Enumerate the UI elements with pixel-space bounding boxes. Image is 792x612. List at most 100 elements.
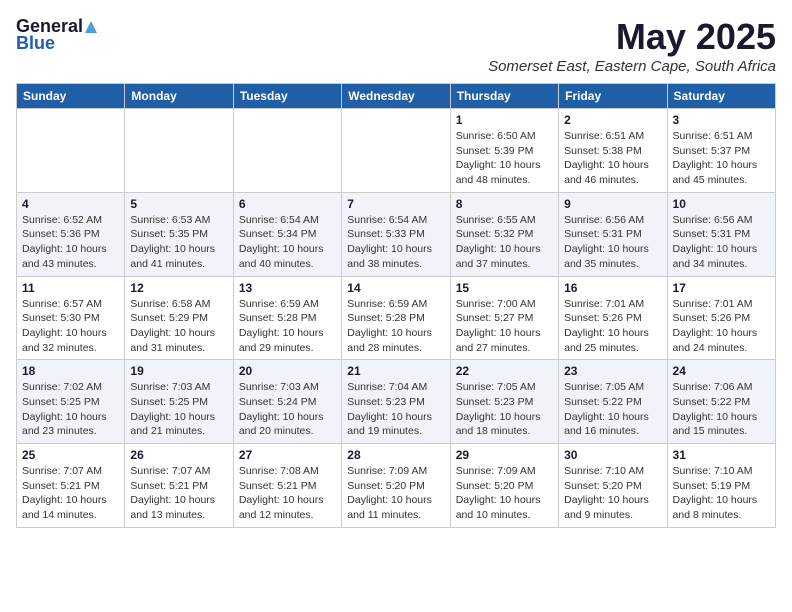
logo-blue: Blue	[16, 33, 55, 54]
day-info: Sunrise: 6:59 AM Sunset: 5:28 PM Dayligh…	[347, 297, 444, 356]
calendar-cell: 8Sunrise: 6:55 AM Sunset: 5:32 PM Daylig…	[450, 192, 558, 276]
calendar-cell: 29 Sunrise: 7:09 AM Sunset: 5:20 PM Dayli…	[450, 444, 558, 528]
day-info: Sunrise: 7:10 AM Sunset: 5:20 PM Dayligh…	[564, 464, 661, 523]
calendar-cell: 23 Sunrise: 7:05 AM Sunset: 5:22 PM Dayli…	[559, 360, 667, 444]
calendar-week-row: 18Sunrise: 7:02 AM Sunset: 5:25 PM Dayli…	[17, 360, 776, 444]
day-number: 23	[564, 364, 661, 378]
day-info: Sunrise: 7:09 AM Sunset: 5:20 PM Dayligh…	[347, 464, 444, 523]
day-number: 20	[239, 364, 336, 378]
day-number: 16	[564, 281, 661, 295]
day-number: 13	[239, 281, 336, 295]
weekday-header-saturday: Saturday	[667, 84, 775, 109]
weekday-header-wednesday: Wednesday	[342, 84, 450, 109]
weekday-header-sunday: Sunday	[17, 84, 125, 109]
calendar-week-row: 1 Sunrise: 6:50 AM Sunset: 5:39 PM Daylig…	[17, 109, 776, 193]
day-number: 1	[456, 113, 553, 127]
day-info: Sunrise: 7:03 AM Sunset: 5:25 PM Dayligh…	[130, 380, 227, 439]
day-info: Sunrise: 7:03 AM Sunset: 5:24 PM Dayligh…	[239, 380, 336, 439]
day-info: Sunrise: 6:54 AM Sunset: 5:34 PM Dayligh…	[239, 213, 336, 272]
calendar-cell: 9 Sunrise: 6:56 AM Sunset: 5:31 PM Daylig…	[559, 192, 667, 276]
calendar-cell: 17 Sunrise: 7:01 AM Sunset: 5:26 PM Dayli…	[667, 276, 775, 360]
day-info: Sunrise: 7:07 AM Sunset: 5:21 PM Dayligh…	[130, 464, 227, 523]
day-number: 2	[564, 113, 661, 127]
day-info: Sunrise: 7:05 AM Sunset: 5:23 PM Dayligh…	[456, 380, 553, 439]
day-info: Sunrise: 6:58 AM Sunset: 5:29 PM Dayligh…	[130, 297, 227, 356]
calendar-cell	[233, 109, 341, 193]
day-info: Sunrise: 6:51 AM Sunset: 5:37 PM Dayligh…	[673, 129, 770, 188]
day-info: Sunrise: 7:06 AM Sunset: 5:22 PM Dayligh…	[673, 380, 770, 439]
day-number: 5	[130, 197, 227, 211]
day-info: Sunrise: 7:07 AM Sunset: 5:21 PM Dayligh…	[22, 464, 119, 523]
day-number: 3	[673, 113, 770, 127]
day-number: 4	[22, 197, 119, 211]
calendar-week-row: 25 Sunrise: 7:07 AM Sunset: 5:21 PM Dayli…	[17, 444, 776, 528]
day-info: Sunrise: 6:57 AM Sunset: 5:30 PM Dayligh…	[22, 297, 119, 356]
calendar-cell: 2 Sunrise: 6:51 AM Sunset: 5:38 PM Daylig…	[559, 109, 667, 193]
day-info: Sunrise: 6:53 AM Sunset: 5:35 PM Dayligh…	[130, 213, 227, 272]
calendar-cell: 11 Sunrise: 6:57 AM Sunset: 5:30 PM Dayli…	[17, 276, 125, 360]
day-info: Sunrise: 6:52 AM Sunset: 5:36 PM Dayligh…	[22, 213, 119, 272]
day-number: 27	[239, 448, 336, 462]
day-info: Sunrise: 7:01 AM Sunset: 5:26 PM Dayligh…	[673, 297, 770, 356]
calendar-cell	[125, 109, 233, 193]
weekday-header-tuesday: Tuesday	[233, 84, 341, 109]
calendar-cell: 14 Sunrise: 6:59 AM Sunset: 5:28 PM Dayli…	[342, 276, 450, 360]
calendar-cell: 15 Sunrise: 7:00 AM Sunset: 5:27 PM Dayli…	[450, 276, 558, 360]
day-number: 29	[456, 448, 553, 462]
day-number: 28	[347, 448, 444, 462]
weekday-header-monday: Monday	[125, 84, 233, 109]
day-number: 26	[130, 448, 227, 462]
day-info: Sunrise: 7:01 AM Sunset: 5:26 PM Dayligh…	[564, 297, 661, 356]
day-info: Sunrise: 7:08 AM Sunset: 5:21 PM Dayligh…	[239, 464, 336, 523]
day-number: 15	[456, 281, 553, 295]
logo-triangle-icon	[84, 20, 98, 34]
day-number: 17	[673, 281, 770, 295]
calendar-cell: 22Sunrise: 7:05 AM Sunset: 5:23 PM Dayli…	[450, 360, 558, 444]
day-number: 9	[564, 197, 661, 211]
weekday-header-thursday: Thursday	[450, 84, 558, 109]
day-info: Sunrise: 6:56 AM Sunset: 5:31 PM Dayligh…	[564, 213, 661, 272]
calendar-cell: 18Sunrise: 7:02 AM Sunset: 5:25 PM Dayli…	[17, 360, 125, 444]
day-number: 14	[347, 281, 444, 295]
day-info: Sunrise: 6:51 AM Sunset: 5:38 PM Dayligh…	[564, 129, 661, 188]
day-info: Sunrise: 7:09 AM Sunset: 5:20 PM Dayligh…	[456, 464, 553, 523]
calendar-cell: 25 Sunrise: 7:07 AM Sunset: 5:21 PM Dayli…	[17, 444, 125, 528]
calendar-cell: 30 Sunrise: 7:10 AM Sunset: 5:20 PM Dayli…	[559, 444, 667, 528]
calendar-week-row: 11 Sunrise: 6:57 AM Sunset: 5:30 PM Dayli…	[17, 276, 776, 360]
day-info: Sunrise: 7:05 AM Sunset: 5:22 PM Dayligh…	[564, 380, 661, 439]
calendar-cell: 31Sunrise: 7:10 AM Sunset: 5:19 PM Dayli…	[667, 444, 775, 528]
calendar-cell: 10Sunrise: 6:56 AM Sunset: 5:31 PM Dayli…	[667, 192, 775, 276]
calendar-cell: 20 Sunrise: 7:03 AM Sunset: 5:24 PM Dayli…	[233, 360, 341, 444]
calendar-cell	[342, 109, 450, 193]
day-info: Sunrise: 6:54 AM Sunset: 5:33 PM Dayligh…	[347, 213, 444, 272]
calendar-table: SundayMondayTuesdayWednesdayThursdayFrid…	[16, 83, 776, 528]
day-number: 24	[673, 364, 770, 378]
day-info: Sunrise: 6:50 AM Sunset: 5:39 PM Dayligh…	[456, 129, 553, 188]
calendar-cell: 19 Sunrise: 7:03 AM Sunset: 5:25 PM Dayli…	[125, 360, 233, 444]
day-number: 12	[130, 281, 227, 295]
day-number: 7	[347, 197, 444, 211]
calendar-cell: 21Sunrise: 7:04 AM Sunset: 5:23 PM Dayli…	[342, 360, 450, 444]
day-info: Sunrise: 7:00 AM Sunset: 5:27 PM Dayligh…	[456, 297, 553, 356]
day-number: 19	[130, 364, 227, 378]
day-number: 30	[564, 448, 661, 462]
calendar-cell: 6 Sunrise: 6:54 AM Sunset: 5:34 PM Daylig…	[233, 192, 341, 276]
day-number: 21	[347, 364, 444, 378]
calendar-cell: 1 Sunrise: 6:50 AM Sunset: 5:39 PM Daylig…	[450, 109, 558, 193]
page-header: General Blue May 2025 Somerset East, Eas…	[16, 16, 776, 75]
calendar-cell: 13Sunrise: 6:59 AM Sunset: 5:28 PM Dayli…	[233, 276, 341, 360]
day-number: 25	[22, 448, 119, 462]
day-number: 11	[22, 281, 119, 295]
day-number: 6	[239, 197, 336, 211]
header-right: May 2025 Somerset East, Eastern Cape, So…	[488, 16, 776, 75]
calendar-cell: 5 Sunrise: 6:53 AM Sunset: 5:35 PM Daylig…	[125, 192, 233, 276]
day-info: Sunrise: 7:10 AM Sunset: 5:19 PM Dayligh…	[673, 464, 770, 523]
calendar-cell: 3 Sunrise: 6:51 AM Sunset: 5:37 PM Daylig…	[667, 109, 775, 193]
calendar-week-row: 4 Sunrise: 6:52 AM Sunset: 5:36 PM Daylig…	[17, 192, 776, 276]
month-title: May 2025	[488, 16, 776, 58]
logo: General Blue	[16, 16, 98, 54]
day-info: Sunrise: 6:56 AM Sunset: 5:31 PM Dayligh…	[673, 213, 770, 272]
calendar-cell: 26 Sunrise: 7:07 AM Sunset: 5:21 PM Dayli…	[125, 444, 233, 528]
calendar-cell: 7 Sunrise: 6:54 AM Sunset: 5:33 PM Daylig…	[342, 192, 450, 276]
day-info: Sunrise: 7:02 AM Sunset: 5:25 PM Dayligh…	[22, 380, 119, 439]
